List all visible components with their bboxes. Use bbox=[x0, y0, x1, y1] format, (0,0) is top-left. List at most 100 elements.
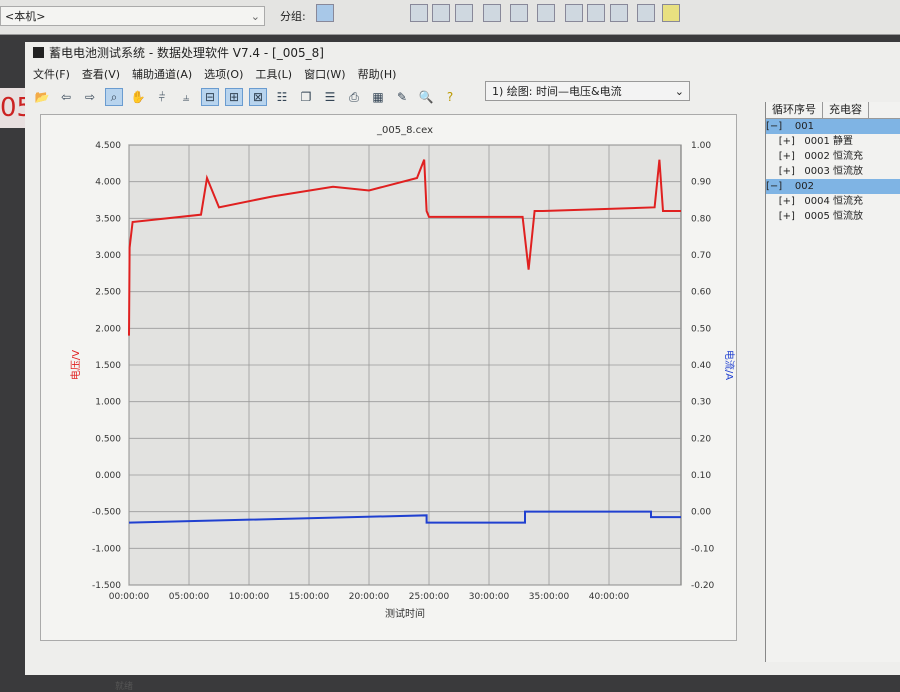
y2-tick-label: -0.20 bbox=[691, 581, 715, 591]
location-combo[interactable]: <本机> ⌄ bbox=[0, 6, 265, 26]
window-title: 蓄电电池测试系统 - 数据处理软件 V7.4 - [_005_8] bbox=[33, 44, 324, 61]
chart-pane: _005_8.cex 4.500 4.000 3.500 3.000 2.500 2.000… bbox=[40, 114, 737, 641]
y2-tick-label: 1.00 bbox=[691, 141, 711, 151]
app-logo-icon bbox=[33, 47, 44, 58]
y-tick-label: 3.500 bbox=[95, 214, 121, 224]
tree-row[interactable]: [−] 001 bbox=[766, 119, 900, 134]
menu-help[interactable]: 帮助(H) bbox=[358, 66, 397, 82]
status-bar: 就绪 bbox=[115, 682, 134, 692]
filter-icon[interactable] bbox=[432, 4, 450, 22]
y-tick-label: 2.000 bbox=[95, 324, 121, 334]
tree-row[interactable]: [+] 0003 恒流放 bbox=[766, 164, 900, 179]
x-tick-label: 25:00:00 bbox=[409, 592, 450, 602]
print-icon[interactable]: ⎙ bbox=[345, 88, 363, 106]
y2-tick-label: 0.40 bbox=[691, 361, 711, 371]
tree-header: 循环序号 充电容 bbox=[766, 102, 900, 119]
app-window: 蓄电电池测试系统 - 数据处理软件 V7.4 - [_005_8] 文件(F) … bbox=[25, 42, 900, 692]
tools-icon[interactable] bbox=[637, 4, 655, 22]
table-icon[interactable]: ☷ bbox=[273, 88, 291, 106]
x-tick-label: 40:00:00 bbox=[589, 592, 630, 602]
report-icon[interactable] bbox=[455, 4, 473, 22]
y-tick-label: -1.000 bbox=[92, 544, 121, 554]
cycle-tree-panel: 循环序号 充电容 [−] 001 [+] 0001 静置 [+] 0002 恒流… bbox=[765, 102, 900, 662]
y2-tick-label: -0.10 bbox=[691, 544, 715, 554]
menu-aux-channel[interactable]: 辅助通道(A) bbox=[132, 66, 192, 82]
chevron-down-icon: ⌄ bbox=[674, 85, 684, 98]
y2-axis-label: 电流/A bbox=[723, 350, 736, 380]
alert-icon[interactable] bbox=[537, 4, 555, 22]
side-number: 05 bbox=[0, 88, 33, 128]
pan-hand-icon[interactable]: ✋ bbox=[129, 88, 147, 106]
list-icon[interactable] bbox=[510, 4, 528, 22]
menu-options[interactable]: 选项(O) bbox=[204, 66, 243, 82]
x-axis-label: 测试时间 bbox=[385, 607, 425, 620]
menu-window[interactable]: 窗口(W) bbox=[304, 66, 345, 82]
menu-bar: 文件(F) 查看(V) 辅助通道(A) 选项(O) 工具(L) 窗口(W) 帮助… bbox=[33, 66, 396, 82]
y-tick-label: 2.500 bbox=[95, 288, 121, 298]
grid-icon[interactable]: ▦ bbox=[369, 88, 387, 106]
x-tick-label: 10:00:00 bbox=[229, 592, 270, 602]
list-icon[interactable]: ☰ bbox=[321, 88, 339, 106]
window-title-text: 蓄电电池测试系统 - 数据处理软件 V7.4 - [_005_8] bbox=[49, 46, 324, 60]
y-tick-label: 0.000 bbox=[95, 471, 121, 481]
cursor-h-icon[interactable]: ⫩ bbox=[153, 88, 171, 106]
tree-row[interactable]: [+] 0004 恒流充 bbox=[766, 194, 900, 209]
back-icon[interactable]: ⇦ bbox=[57, 88, 75, 106]
search-icon[interactable] bbox=[610, 4, 628, 22]
tree-row[interactable]: [+] 0002 恒流充 bbox=[766, 149, 900, 164]
y2-tick-label: 0.60 bbox=[691, 288, 711, 298]
y2-tick-label: 0.00 bbox=[691, 508, 711, 518]
menu-tools[interactable]: 工具(L) bbox=[255, 66, 292, 82]
y2-tick-label: 0.10 bbox=[691, 471, 711, 481]
folder-icon[interactable] bbox=[483, 4, 501, 22]
y2-tick-label: 0.20 bbox=[691, 434, 711, 444]
forward-icon[interactable]: ⇨ bbox=[81, 88, 99, 106]
cursor-v-icon[interactable]: ⫨ bbox=[177, 88, 195, 106]
settings-icon[interactable] bbox=[587, 4, 605, 22]
y2-tick-label: 0.50 bbox=[691, 324, 711, 334]
fit-v-icon[interactable]: ⊞ bbox=[225, 88, 243, 106]
x-tick-label: 05:00:00 bbox=[169, 592, 210, 602]
location-value: <本机> bbox=[5, 10, 46, 23]
plot-type-select[interactable]: 1) 绘图: 时间—电压&电流 ⌄ bbox=[485, 81, 690, 101]
x-tick-label: 30:00:00 bbox=[469, 592, 510, 602]
export-icon[interactable] bbox=[410, 4, 428, 22]
y-tick-label: 0.500 bbox=[95, 434, 121, 444]
chevron-down-icon: ⌄ bbox=[250, 10, 260, 23]
help-icon[interactable] bbox=[662, 4, 680, 22]
help-icon[interactable]: ? bbox=[441, 88, 459, 106]
x-tick-label: 20:00:00 bbox=[349, 592, 390, 602]
col-charge-capacity[interactable]: 充电容 bbox=[823, 102, 869, 118]
tree-row[interactable]: [−] 002 bbox=[766, 179, 900, 194]
copy-icon[interactable]: ❐ bbox=[297, 88, 315, 106]
y2-tick-label: 0.90 bbox=[691, 178, 711, 188]
col-cycle-no[interactable]: 循环序号 bbox=[766, 102, 823, 118]
x-tick-label: 15:00:00 bbox=[289, 592, 330, 602]
y-tick-label: 4.500 bbox=[95, 141, 121, 151]
search-icon[interactable]: 🔍 bbox=[417, 88, 435, 106]
network-icon[interactable] bbox=[565, 4, 583, 22]
plot-type-value: 1) 绘图: 时间—电压&电流 bbox=[492, 85, 622, 98]
menu-view[interactable]: 查看(V) bbox=[82, 66, 120, 82]
zoom-icon[interactable]: ⌕ bbox=[105, 88, 123, 106]
y2-tick-label: 0.30 bbox=[691, 398, 711, 408]
y-tick-label: -1.500 bbox=[92, 581, 121, 591]
y-tick-label: 1.000 bbox=[95, 398, 121, 408]
tree-row[interactable]: [+] 0001 静置 bbox=[766, 134, 900, 149]
y-axis-label: 电压/V bbox=[69, 350, 82, 380]
y-tick-label: 3.000 bbox=[95, 251, 121, 261]
open-icon[interactable]: 📂 bbox=[33, 88, 51, 106]
y2-tick-label: 0.80 bbox=[691, 214, 711, 224]
y-tick-label: 4.000 bbox=[95, 178, 121, 188]
fit-all-icon[interactable]: ⊠ bbox=[249, 88, 267, 106]
tree-row[interactable]: [+] 0005 恒流放 bbox=[766, 209, 900, 224]
fit-h-icon[interactable]: ⊟ bbox=[201, 88, 219, 106]
list-view-icon[interactable] bbox=[316, 4, 334, 22]
y2-tick-label: 0.70 bbox=[691, 251, 711, 261]
menu-file[interactable]: 文件(F) bbox=[33, 66, 70, 82]
edit-icon[interactable]: ✎ bbox=[393, 88, 411, 106]
x-tick-label: 00:00:00 bbox=[109, 592, 150, 602]
outer-toolbar: <本机> ⌄ 分组: bbox=[0, 0, 900, 35]
chart-title: _005_8.cex bbox=[376, 125, 433, 136]
y-tick-label: 1.500 bbox=[95, 361, 121, 371]
